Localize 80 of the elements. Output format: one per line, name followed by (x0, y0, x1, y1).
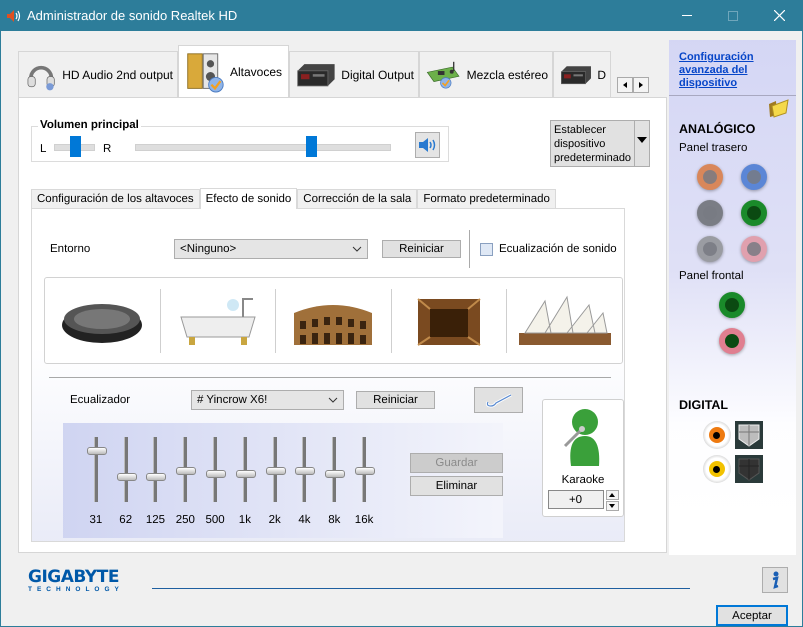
coaxial-port[interactable] (702, 455, 730, 483)
checkbox-label: Ecualización de sonido (499, 243, 617, 255)
close-icon (774, 10, 784, 21)
coaxial-port[interactable] (702, 421, 730, 449)
section-subtitle: Panel trasero (678, 142, 748, 154)
left-label: L (40, 143, 46, 155)
band-slider-thumb[interactable] (355, 466, 376, 474)
increment-button[interactable] (606, 490, 618, 500)
band-slider-thumb[interactable] (206, 470, 226, 478)
section-subtitle: Panel frontal (678, 270, 745, 282)
band-label: 125 (146, 514, 166, 526)
info-button[interactable] (762, 567, 788, 593)
audio-jack[interactable] (718, 292, 744, 318)
band-label: 250 (176, 514, 195, 526)
device-tab[interactable]: D (553, 51, 611, 97)
volume-slider-thumb[interactable] (306, 136, 318, 156)
group-title: Volumen principal (38, 119, 141, 131)
karaoke-value-field[interactable]: +0 (548, 490, 604, 509)
reset-button[interactable]: Reiniciar (356, 391, 435, 409)
scroll-right-button[interactable] (633, 77, 649, 93)
ok-button[interactable]: Aceptar (716, 605, 788, 626)
chevron-down-icon (352, 246, 362, 252)
band-label: 500 (205, 514, 225, 526)
balance-slider-thumb[interactable] (70, 136, 81, 156)
band-label: 31 (90, 514, 102, 526)
info-icon (770, 571, 780, 589)
optical-port-icon[interactable] (734, 421, 762, 449)
left-arrow-icon (622, 82, 628, 88)
device-tab[interactable]: Digital Output (289, 51, 419, 97)
sub-tab[interactable]: Formato predeterminado (417, 189, 556, 208)
band-slider-thumb[interactable] (266, 466, 286, 474)
sub-tab[interactable]: Efecto de sonido (200, 188, 298, 209)
reset-button[interactable]: Reiniciar (382, 240, 461, 258)
audio-jack[interactable] (718, 328, 744, 354)
band-slider-thumb[interactable] (86, 447, 107, 455)
band-slider-thumb[interactable] (146, 473, 166, 481)
band-label: 4k (298, 514, 311, 526)
band-slider-thumb[interactable] (116, 473, 137, 481)
preset-dropdown[interactable]: # Yincrow X6! (191, 390, 344, 410)
band-slider-thumb[interactable] (325, 470, 346, 478)
band-label: 2k (268, 514, 281, 526)
up-arrow-icon (609, 492, 615, 498)
checkbox[interactable] (480, 242, 493, 256)
sub-tab[interactable]: Corrección de la sala (297, 189, 418, 208)
speaker-icon (5, 8, 21, 24)
band-slider-thumb[interactable] (236, 470, 256, 478)
environment-dropdown[interactable]: <Ninguno> (174, 239, 368, 259)
window-title: Administrador de sonido Realtek HD (27, 8, 238, 23)
right-arrow-icon (638, 82, 644, 88)
band-label: 1k (238, 514, 251, 526)
band-slider-thumb[interactable] (176, 466, 196, 474)
equalizer-label: Ecualizador (69, 394, 132, 406)
decrement-button[interactable] (606, 501, 618, 511)
maximize-icon (728, 10, 738, 20)
karaoke-label: Karaoke (562, 474, 604, 486)
folder-icon (768, 98, 790, 118)
section-title: ANALÓGICO (678, 122, 756, 136)
device-tab[interactable]: HD Audio 2nd output (18, 51, 178, 97)
band-label: 62 (119, 514, 132, 526)
down-arrow-icon (609, 503, 615, 509)
sub-tab[interactable]: Configuración de los altavoces (31, 189, 200, 208)
band-label: 16k (354, 514, 374, 526)
scroll-left-button[interactable] (617, 77, 633, 93)
dropdown-arrow-icon (637, 137, 647, 143)
band-slider-thumb[interactable] (295, 466, 316, 474)
section-title: DIGITAL (678, 398, 730, 412)
minimize-icon (682, 15, 692, 16)
device-tab[interactable]: Mezcla estéreo (419, 51, 553, 97)
set-default-device-button[interactable]: Establecer dispositivo predeterminado (550, 120, 650, 167)
advanced-settings-link[interactable]: Configuración avanzada del dispositivo (669, 40, 796, 96)
delete-button[interactable]: Eliminar (410, 476, 503, 496)
chevron-down-icon (328, 397, 338, 403)
right-label: R (102, 143, 112, 155)
speaker-icon (418, 137, 438, 153)
device-tab[interactable]: Altavoces (178, 45, 289, 97)
speakers-icon (185, 51, 225, 93)
audio-jack[interactable] (740, 200, 766, 226)
environment-label: Entorno (49, 243, 92, 255)
band-label: 8k (328, 514, 340, 526)
mute-button[interactable] (415, 132, 440, 158)
